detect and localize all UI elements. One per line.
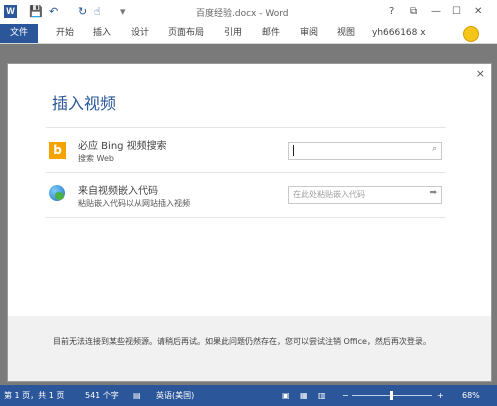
dialog-footer: 目前无法连接到某些视频源。请稍后再试。如果此问题仍然存在，您可以尝试注销 Off… bbox=[8, 316, 491, 381]
embed-code-placeholder: 在此处粘贴嵌入代码 bbox=[293, 190, 365, 199]
bing-search-title: 必应 Bing 视频搜索 bbox=[78, 141, 167, 152]
restore-icon[interactable]: ☐ bbox=[452, 5, 461, 18]
minimize-icon[interactable]: — bbox=[431, 5, 441, 18]
dialog-close-icon[interactable]: × bbox=[476, 67, 485, 80]
tab-home[interactable]: 开始 bbox=[56, 24, 74, 43]
bing-search-subtitle: 搜索 Web bbox=[78, 154, 114, 163]
read-mode-icon[interactable]: ▣ bbox=[282, 385, 290, 406]
ribbon-display-options-icon[interactable]: ⧉ bbox=[410, 5, 417, 18]
tab-mailings[interactable]: 邮件 bbox=[262, 24, 280, 43]
embed-code-row: 来自视频嵌入代码 粘贴嵌入代码以从网站插入视频 在此处粘贴嵌入代码 ➡ bbox=[46, 172, 446, 218]
tab-file[interactable]: 文件 bbox=[0, 24, 38, 43]
embed-code-title: 来自视频嵌入代码 bbox=[78, 186, 158, 197]
proofing-icon[interactable]: ▤ bbox=[133, 385, 141, 406]
globe-icon bbox=[49, 185, 65, 201]
tab-view[interactable]: 视图 bbox=[337, 24, 355, 43]
tab-design[interactable]: 设计 bbox=[131, 24, 149, 43]
touch-mode-icon[interactable]: ☝ bbox=[94, 5, 101, 18]
redo-icon[interactable]: ↻ bbox=[78, 5, 87, 18]
connection-error-message: 目前无法连接到某些视频源。请稍后再试。如果此问题仍然存在，您可以尝试注销 Off… bbox=[53, 337, 431, 346]
arrow-right-icon[interactable]: ➡ bbox=[429, 188, 437, 198]
tab-review[interactable]: 审阅 bbox=[300, 24, 318, 43]
word-count[interactable]: 541 个字 bbox=[85, 385, 119, 406]
page-count[interactable]: 第 1 页，共 1 页 bbox=[4, 385, 64, 406]
tab-insert[interactable]: 插入 bbox=[93, 24, 111, 43]
dialog-title: 插入视频 bbox=[52, 94, 117, 113]
tab-references[interactable]: 引用 bbox=[224, 24, 242, 43]
search-icon[interactable]: ⌕ bbox=[432, 144, 437, 154]
help-icon[interactable]: ? bbox=[389, 5, 394, 18]
bing-icon: b bbox=[49, 142, 66, 159]
undo-icon[interactable]: ↶ bbox=[49, 5, 58, 18]
zoom-out-button[interactable]: − bbox=[342, 385, 349, 406]
language[interactable]: 英语(美国) bbox=[156, 385, 194, 406]
title-bar: W 💾 ↶ ↻ ☝ ▾ 百度经验.docx - Word ? ⧉ — ☐ ✕ bbox=[0, 0, 497, 24]
ribbon-tabs: 文件 开始 插入 设计 页面布局 引用 邮件 审阅 视图 yh666168 x bbox=[0, 24, 497, 44]
text-caret bbox=[293, 145, 294, 156]
close-icon[interactable]: ✕ bbox=[474, 5, 482, 18]
customize-quick-access-icon[interactable]: ▾ bbox=[120, 5, 126, 18]
status-bar: 第 1 页，共 1 页 541 个字 ▤ 英语(美国) ▣ ▦ ▥ − + 68… bbox=[0, 385, 497, 406]
word-logo-icon: W bbox=[4, 5, 17, 18]
embed-code-input[interactable]: 在此处粘贴嵌入代码 ➡ bbox=[288, 186, 442, 204]
bing-video-search-row: b 必应 Bing 视频搜索 搜索 Web ⌕ bbox=[46, 127, 446, 172]
web-layout-icon[interactable]: ▥ bbox=[318, 385, 326, 406]
insert-video-dialog: × 插入视频 b 必应 Bing 视频搜索 搜索 Web ⌕ 来自视频嵌入代码 … bbox=[7, 63, 492, 382]
bing-search-input[interactable]: ⌕ bbox=[288, 142, 442, 160]
zoom-slider-handle[interactable] bbox=[390, 391, 393, 400]
zoom-in-button[interactable]: + bbox=[437, 385, 444, 406]
avatar[interactable] bbox=[463, 26, 479, 42]
zoom-level[interactable]: 68% bbox=[462, 385, 480, 406]
user-account[interactable]: yh666168 x bbox=[372, 24, 426, 43]
save-icon[interactable]: 💾 bbox=[29, 5, 43, 18]
tab-page-layout[interactable]: 页面布局 bbox=[168, 24, 204, 43]
embed-code-subtitle: 粘贴嵌入代码以从网站插入视频 bbox=[78, 199, 190, 208]
print-layout-icon[interactable]: ▦ bbox=[300, 385, 308, 406]
document-title: 百度经验.docx - Word bbox=[196, 9, 289, 19]
